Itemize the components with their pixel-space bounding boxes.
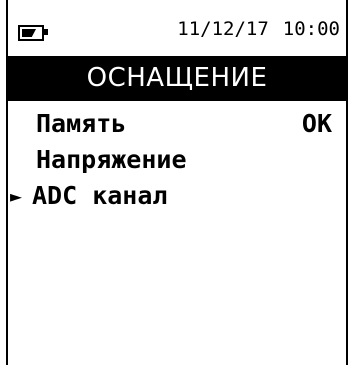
menu-item-voltage[interactable]: Напряжение	[8, 142, 346, 178]
screen-title: ОСНАЩЕНИЕ	[8, 56, 346, 101]
datetime: 11/12/17 10:00	[177, 18, 340, 40]
status-bar: 11/12/17 10:00	[8, 0, 346, 56]
menu-list: Память OK Напряжение ► ADC канал	[8, 106, 346, 214]
menu-item-status: OK	[301, 109, 332, 138]
battery-level	[22, 29, 36, 37]
menu-item-memory[interactable]: Память OK	[8, 106, 346, 142]
menu-item-label: Напряжение	[36, 145, 187, 174]
battery-icon	[18, 25, 44, 41]
menu-item-adc-channel[interactable]: ► ADC канал	[8, 178, 346, 214]
date-display: 11/12/17	[177, 18, 269, 40]
device-screen: 11/12/17 10:00 ОСНАЩЕНИЕ Память OK Напряж…	[6, 0, 348, 365]
menu-item-label: ADC канал	[32, 181, 168, 210]
battery-tip	[44, 29, 48, 35]
time-display: 10:00	[282, 18, 340, 40]
selection-arrow-icon: ►	[10, 184, 23, 208]
menu-item-label: Память	[36, 109, 127, 138]
